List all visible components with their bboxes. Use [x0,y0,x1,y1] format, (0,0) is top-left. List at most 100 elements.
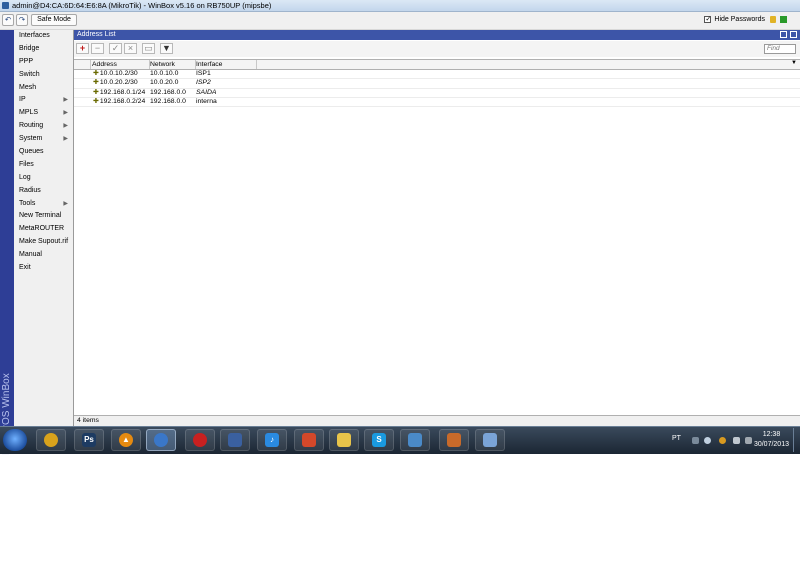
sidebar-item-exit[interactable]: Exit [14,262,73,275]
photoshop-icon: Ps [82,433,96,447]
address-cell: ✚10.0.20.2/30 [91,79,150,87]
interface-cell: interna [196,97,217,105]
table-row[interactable]: ✚10.0.20.2/30 10.0.20.0 ISP2 [74,79,800,89]
sidebar-item-label: Switch [19,70,40,78]
skype-tray-icon[interactable] [704,437,711,444]
taskbar-app-cat[interactable] [439,429,469,451]
undo-button[interactable]: ↶ [2,14,14,26]
sidebar-item-label: New Terminal [19,212,62,220]
show-desktop-button[interactable] [793,428,800,452]
sidebar-item-mpls[interactable]: MPLS ▶ [14,107,73,120]
item-count: 4 items [77,417,99,424]
address-value: 192.168.0.2/24 [99,97,146,105]
language-indicator[interactable]: PT [672,435,681,442]
sidebar-item-label: Files [19,160,34,168]
taskbar-app-remote-desktop[interactable] [400,429,430,451]
sidebar-item-label: Radius [19,186,41,194]
column-header-address[interactable]: Address [91,60,150,69]
taskbar-app-winbox[interactable] [146,429,176,451]
clock[interactable]: 12:38 30/07/2013 [754,430,789,450]
sidebar-item-ppp[interactable]: PPP [14,56,73,69]
taskbar-app-chrome[interactable] [36,429,66,451]
address-list-window: Address List + − ✓ × ▭ ▼ Find Address Ne… [74,30,800,426]
sidebar-item-interfaces[interactable]: Interfaces [14,30,73,43]
paint-icon [483,433,497,447]
sidebar-item-routing[interactable]: Routing ▶ [14,120,73,133]
network-cell: 10.0.20.0 [150,79,179,87]
network-tray-icon[interactable] [745,437,752,444]
sidebar-item-metarouter[interactable]: MetaROUTER [14,223,73,236]
table-row[interactable]: ✚10.0.10.2/30 10.0.10.0 ISP1 [74,70,800,80]
taskbar-app-network[interactable] [220,429,250,451]
sidebar-item-manual[interactable]: Manual [14,249,73,262]
taskbar-app-recorder[interactable] [185,429,215,451]
list-toolbar: + − ✓ × ▭ ▼ Find [74,41,800,57]
sidebar-item-label: Routing [19,122,44,130]
network-cell: 192.168.0.0 [150,97,186,105]
columns-dropdown-icon[interactable]: ▼ [791,60,797,66]
connection-status-icon [780,16,787,23]
vlc-icon: ▲ [119,433,133,447]
skype-icon: S [372,433,386,447]
tray-up-arrow-icon[interactable] [692,437,699,444]
sidebar-item-mesh[interactable]: Mesh [14,82,73,95]
column-header-network[interactable]: Network [149,60,196,69]
comment-button[interactable]: ▭ [142,43,155,54]
safe-mode-button[interactable]: Safe Mode [31,14,77,26]
start-button[interactable] [3,429,27,451]
sidebar-item-bridge[interactable]: Bridge [14,43,73,56]
clock-time: 12:38 [762,431,781,438]
address-entry-icon: ✚ [93,70,99,77]
sidebar-item-switch[interactable]: Switch [14,69,73,82]
lock-icon [770,16,776,23]
sidebar-item-ip[interactable]: IP ▶ [14,94,73,107]
itunes-icon: ♪ [265,433,279,447]
find-input[interactable]: Find [764,44,796,54]
remove-button[interactable]: − [91,43,104,54]
sidebar-item-label: MPLS [19,109,39,117]
taskbar-app-skype[interactable]: S [364,429,394,451]
media-center-icon [302,433,316,447]
close-button[interactable] [790,31,797,38]
volume-icon[interactable] [733,437,740,444]
taskbar-app-vlc[interactable]: ▲ [111,429,141,451]
sidebar-item-queues[interactable]: Queues [14,146,73,159]
sidebar-item-label: System [19,135,43,143]
sidebar-item-new-terminal[interactable]: New Terminal [14,210,73,223]
sidebar-item-system[interactable]: System ▶ [14,133,73,146]
submenu-arrow-icon: ▶ [63,110,68,117]
hide-passwords-checkbox[interactable]: ✓ Hide Passwords [704,16,765,23]
taskbar-app-paint[interactable] [475,429,505,451]
table-row[interactable]: ✚192.168.0.1/24 192.168.0.0 SAIDA [74,89,800,98]
remote-desktop-icon [408,433,422,447]
address-entry-icon: ✚ [93,97,99,105]
sidebar-item-files[interactable]: Files [14,159,73,172]
redo-icon: ↷ [18,15,26,24]
address-value: 192.168.0.1/24 [99,88,146,96]
redo-button[interactable]: ↷ [16,14,28,26]
header-spacer [74,60,91,69]
disable-button[interactable]: × [124,43,137,54]
taskbar-app-itunes[interactable]: ♪ [257,429,287,451]
window-title: admin@D4:CA:6D:64:E6:8A (MikroTik) - Win… [12,1,272,10]
maximize-button[interactable] [780,31,787,38]
address-value: 10.0.10.2/30 [99,70,138,77]
comment-icon: ▭ [144,43,153,53]
taskbar-app-photoshop[interactable]: Ps [74,429,104,451]
filter-button[interactable]: ▼ [160,43,173,54]
table-row[interactable]: ✚192.168.0.2/24 192.168.0.0 interna [74,97,800,108]
column-header-interface[interactable]: Interface [195,60,257,69]
vlc-tray-icon[interactable] [719,437,726,444]
sidebar-item-label: Manual [19,251,42,259]
taskbar-app-folder[interactable] [329,429,359,451]
taskbar-app-media-center[interactable] [294,429,324,451]
winbox-app-icon [2,2,9,9]
sidebar-item-tools[interactable]: Tools ▶ [14,198,73,211]
network-cell: 10.0.10.0 [150,70,179,77]
sidebar-item-radius[interactable]: Radius [14,185,73,198]
sidebar-item-make-supout-rif[interactable]: Make Supout.rif [14,236,73,249]
enable-button[interactable]: ✓ [109,43,122,54]
sidebar-item-log[interactable]: Log [14,172,73,185]
add-button[interactable]: + [76,43,89,54]
checkbox-box[interactable]: ✓ [704,16,712,23]
